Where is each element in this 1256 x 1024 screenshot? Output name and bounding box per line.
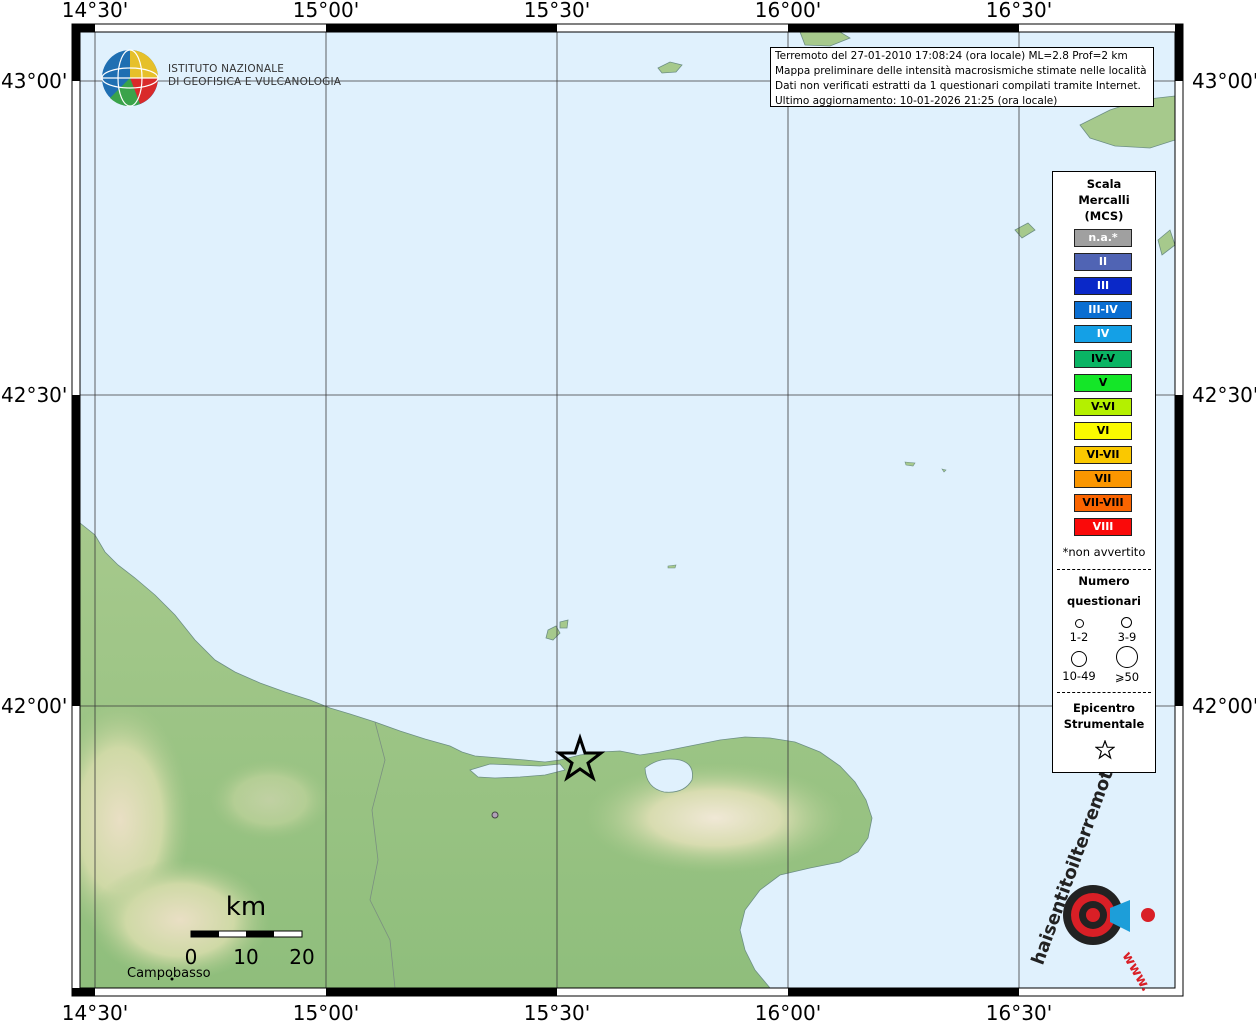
epicenter-title-line1: Epicentro bbox=[1073, 701, 1135, 715]
intensity-point bbox=[491, 811, 499, 819]
scalebar-tick-0: 0 bbox=[185, 945, 198, 969]
institute-line2: DI GEOFISICA E VULCANOLOGIA bbox=[168, 76, 342, 88]
legend-divider bbox=[1057, 569, 1151, 570]
legend-item-iii: III bbox=[1074, 277, 1132, 296]
ingv-globe-icon bbox=[101, 49, 159, 107]
legend-title-line2: Mercalli bbox=[1078, 193, 1130, 207]
lon-label-top-4: 16°00' bbox=[755, 0, 821, 22]
lon-label-bottom-2: 15°00' bbox=[293, 1001, 359, 1024]
count-circle-xlarge bbox=[1116, 646, 1138, 668]
lon-label-bottom-5: 16°30' bbox=[986, 1001, 1052, 1024]
lon-label-top-1: 14°30' bbox=[62, 0, 128, 22]
institute-name: ISTITUTO NAZIONALE DI GEOFISICA E VULCAN… bbox=[168, 63, 341, 89]
count-label-2: 3-9 bbox=[1117, 630, 1137, 644]
legend-divider-2 bbox=[1057, 692, 1151, 693]
event-info-line2: Mappa preliminare delle intensità macros… bbox=[775, 65, 1147, 77]
legend-item-v-vi: V-VI bbox=[1074, 397, 1132, 416]
institute-line1: ISTITUTO NAZIONALE bbox=[168, 63, 285, 75]
city-label: Campobasso bbox=[127, 966, 211, 981]
event-info-line1: Terremoto del 27-01-2010 17:08:24 (ora l… bbox=[775, 50, 1128, 62]
lat-label-right-1: 43°00' bbox=[1192, 69, 1256, 93]
lon-label-top-5: 16°30' bbox=[986, 0, 1052, 22]
lon-label-top-3: 15°30' bbox=[524, 0, 590, 22]
lat-label-left-2: 42°30' bbox=[1, 383, 67, 407]
legend-item-vi-vii: VI-VII bbox=[1074, 445, 1132, 464]
count-circle-large bbox=[1071, 651, 1087, 667]
legend-item-vii: VII bbox=[1074, 470, 1132, 488]
scalebar-tick-20: 20 bbox=[289, 945, 314, 969]
scalebar-tick-10: 10 bbox=[233, 945, 258, 969]
event-info-line4: Ultimo aggiornamento: 10-01-2026 21:25 (… bbox=[775, 95, 1058, 107]
count-circle-medium bbox=[1121, 617, 1132, 628]
lat-label-left-3: 42°00' bbox=[1, 694, 67, 718]
count-label-1: 1-2 bbox=[1069, 630, 1089, 644]
count-label-3: 10-49 bbox=[1062, 669, 1096, 683]
lon-label-bottom-1: 14°30' bbox=[62, 1001, 128, 1024]
scalebar-unit: km bbox=[226, 892, 266, 922]
legend-item-v: V bbox=[1074, 373, 1132, 392]
legend-title-line3: (MCS) bbox=[1084, 209, 1124, 223]
legend-item-vii-viii: VII-VIII bbox=[1074, 494, 1132, 513]
lon-label-top-2: 15°00' bbox=[293, 0, 359, 22]
count-circle-small bbox=[1075, 619, 1084, 628]
event-info-box: Terremoto del 27-01-2010 17:08:24 (ora l… bbox=[770, 47, 1154, 107]
legend-item-n-a: n.a.* bbox=[1074, 229, 1132, 247]
lat-label-left-1: 43°00' bbox=[1, 69, 67, 93]
intensity-legend: Scala Mercalli (MCS) n.a.* II III III-IV IV I… bbox=[1052, 171, 1156, 773]
molise-relief bbox=[210, 760, 330, 840]
count-label-4: ⩾50 bbox=[1114, 670, 1140, 684]
lon-label-bottom-4: 16°00' bbox=[755, 1001, 821, 1024]
legend-item-viii: VIII bbox=[1074, 518, 1132, 537]
event-info-line3: Dati non verificati estratti da 1 questi… bbox=[775, 80, 1141, 92]
epicenter-legend-star-icon bbox=[1095, 740, 1115, 760]
legend-item-iv-v: IV-V bbox=[1074, 349, 1132, 368]
lon-label-bottom-3: 15°30' bbox=[524, 1001, 590, 1024]
lat-label-right-3: 42°00' bbox=[1192, 694, 1256, 718]
epicenter-title-line2: Strumentale bbox=[1063, 717, 1145, 731]
count-title-line2: questionari bbox=[1067, 594, 1141, 608]
legend-item-iv: IV bbox=[1074, 325, 1132, 344]
legend-item-iii-iv: III-IV bbox=[1074, 301, 1132, 320]
legend-title-line1: Scala bbox=[1086, 177, 1122, 191]
count-title-line1: Numero bbox=[1078, 574, 1130, 588]
legend-item-ii: II bbox=[1074, 253, 1132, 272]
legend-item-vi: VI bbox=[1074, 421, 1132, 440]
legend-title: Scala Mercalli (MCS) bbox=[1053, 176, 1155, 224]
legend-note: *non avvertito bbox=[1062, 545, 1146, 559]
gargano-relief bbox=[585, 763, 845, 873]
lat-label-right-2: 42°30' bbox=[1192, 383, 1256, 407]
